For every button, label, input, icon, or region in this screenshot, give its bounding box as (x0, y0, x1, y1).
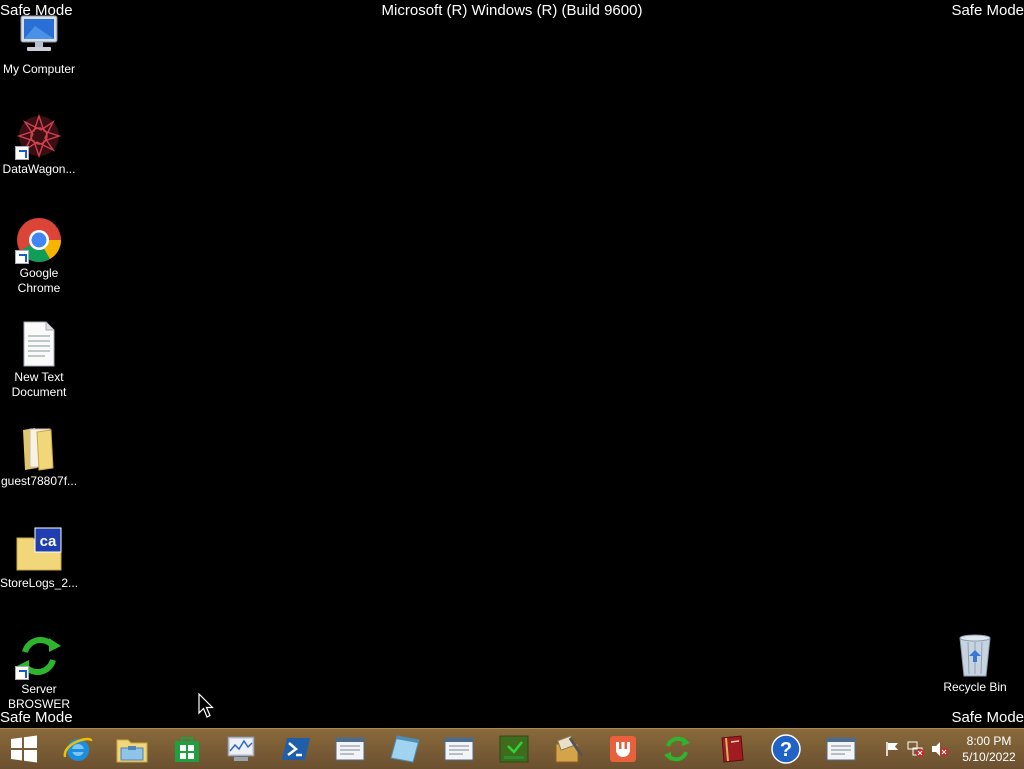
internet-explorer-icon (63, 737, 92, 761)
svg-text:?: ? (780, 739, 792, 761)
orange-app-icon (609, 736, 636, 762)
window-app-icon (335, 737, 365, 761)
my-computer-icon (15, 12, 63, 60)
taskbar-window-app-2[interactable] (434, 730, 484, 768)
desktop-icon-new-text-document[interactable]: New Text Document (1, 320, 77, 400)
desktop-icon-label: Recycle Bin (943, 680, 1007, 694)
help-icon: ? (771, 734, 801, 764)
taskbar-internet-explorer[interactable] (53, 730, 103, 768)
desktop-icon-recycle-bin[interactable]: Recycle Bin (937, 630, 1013, 695)
storelogs-icon: ca (15, 526, 63, 574)
taskbar-sync-app[interactable] (652, 730, 702, 768)
window-app-icon (826, 737, 855, 761)
file-explorer-icon (116, 739, 148, 763)
folder-icon (15, 424, 63, 472)
taskbar-tools[interactable] (543, 730, 593, 768)
desktop-icon-label: New Text Document (11, 370, 67, 399)
desktop-icon-storelogs[interactable]: ca StoreLogs_2... (0, 526, 79, 591)
windows-logo-icon (11, 735, 37, 763)
start-button[interactable] (0, 730, 48, 768)
powershell-icon (281, 738, 310, 760)
chrome-icon (15, 216, 63, 264)
shortcut-arrow-icon (15, 666, 29, 680)
desktop-icon-guest-folder[interactable]: guest78807f... (1, 424, 77, 489)
taskbar-file-explorer[interactable] (107, 730, 157, 768)
taskbar-book-app[interactable] (707, 730, 757, 768)
svg-text:ca: ca (40, 533, 57, 550)
flag-icon[interactable] (882, 740, 902, 758)
mouse-cursor-icon (198, 692, 214, 719)
taskbar-notepad[interactable] (380, 730, 430, 768)
text-document-icon (15, 320, 63, 368)
store-icon (174, 737, 199, 762)
windows-build-label: Microsoft (R) Windows (R) (Build 9600) (381, 2, 643, 19)
taskbar-store[interactable] (162, 730, 212, 768)
tools-icon (555, 735, 584, 763)
desktop-icon-label: Server BROSWER (7, 682, 70, 711)
desktop-icon-label: Google Chrome (17, 266, 61, 295)
taskbar-performance-monitor[interactable] (216, 730, 266, 768)
system-tray: 8:00 PM 5/10/2022 (882, 729, 1024, 769)
server-browser-icon (15, 632, 63, 680)
safe-mode-label-bottom-right: Safe Mode (951, 709, 1024, 726)
recycle-bin-icon (951, 630, 999, 678)
clock-time: 8:00 PM (966, 734, 1012, 748)
book-icon (720, 735, 744, 763)
desktop-icon-my-computer[interactable]: My Computer (1, 12, 77, 77)
taskbar-window-app-1[interactable] (325, 730, 375, 768)
taskbar-orange-app[interactable] (598, 730, 648, 768)
volume-muted-icon[interactable] (930, 740, 950, 758)
notepad-icon (389, 735, 420, 763)
shortcut-arrow-icon (15, 146, 29, 160)
taskbar-clock[interactable]: 8:00 PM 5/10/2022 (954, 733, 1024, 765)
desktop-icon-label: StoreLogs_2... (0, 576, 79, 590)
window-app-icon (444, 737, 474, 761)
taskbar: ? 8:00 PM 5/10/2022 (0, 728, 1024, 769)
shortcut-arrow-icon (15, 250, 29, 264)
performance-monitor-icon (227, 736, 255, 761)
desktop-icon-google-chrome[interactable]: Google Chrome (1, 216, 77, 296)
network-error-icon[interactable] (906, 740, 926, 758)
green-app-icon (499, 735, 528, 763)
desktop-icon-label: guest78807f... (0, 474, 78, 488)
desktop-icon-label: DataWagon... (2, 162, 76, 176)
taskbar-help[interactable]: ? (761, 730, 811, 768)
sync-icon (664, 736, 690, 762)
taskbar-green-app[interactable] (489, 730, 539, 768)
desktop-icon-label: My Computer (2, 62, 76, 76)
desktop-icon-datawagon[interactable]: DataWagon... (1, 112, 77, 177)
taskbar-powershell[interactable] (271, 730, 321, 768)
clock-date: 5/10/2022 (962, 750, 1016, 764)
taskbar-window-app-3[interactable] (816, 730, 866, 768)
datawagon-icon (15, 112, 63, 160)
desktop-icon-server-browser[interactable]: Server BROSWER (1, 632, 77, 712)
safe-mode-label-top-right: Safe Mode (951, 2, 1024, 19)
